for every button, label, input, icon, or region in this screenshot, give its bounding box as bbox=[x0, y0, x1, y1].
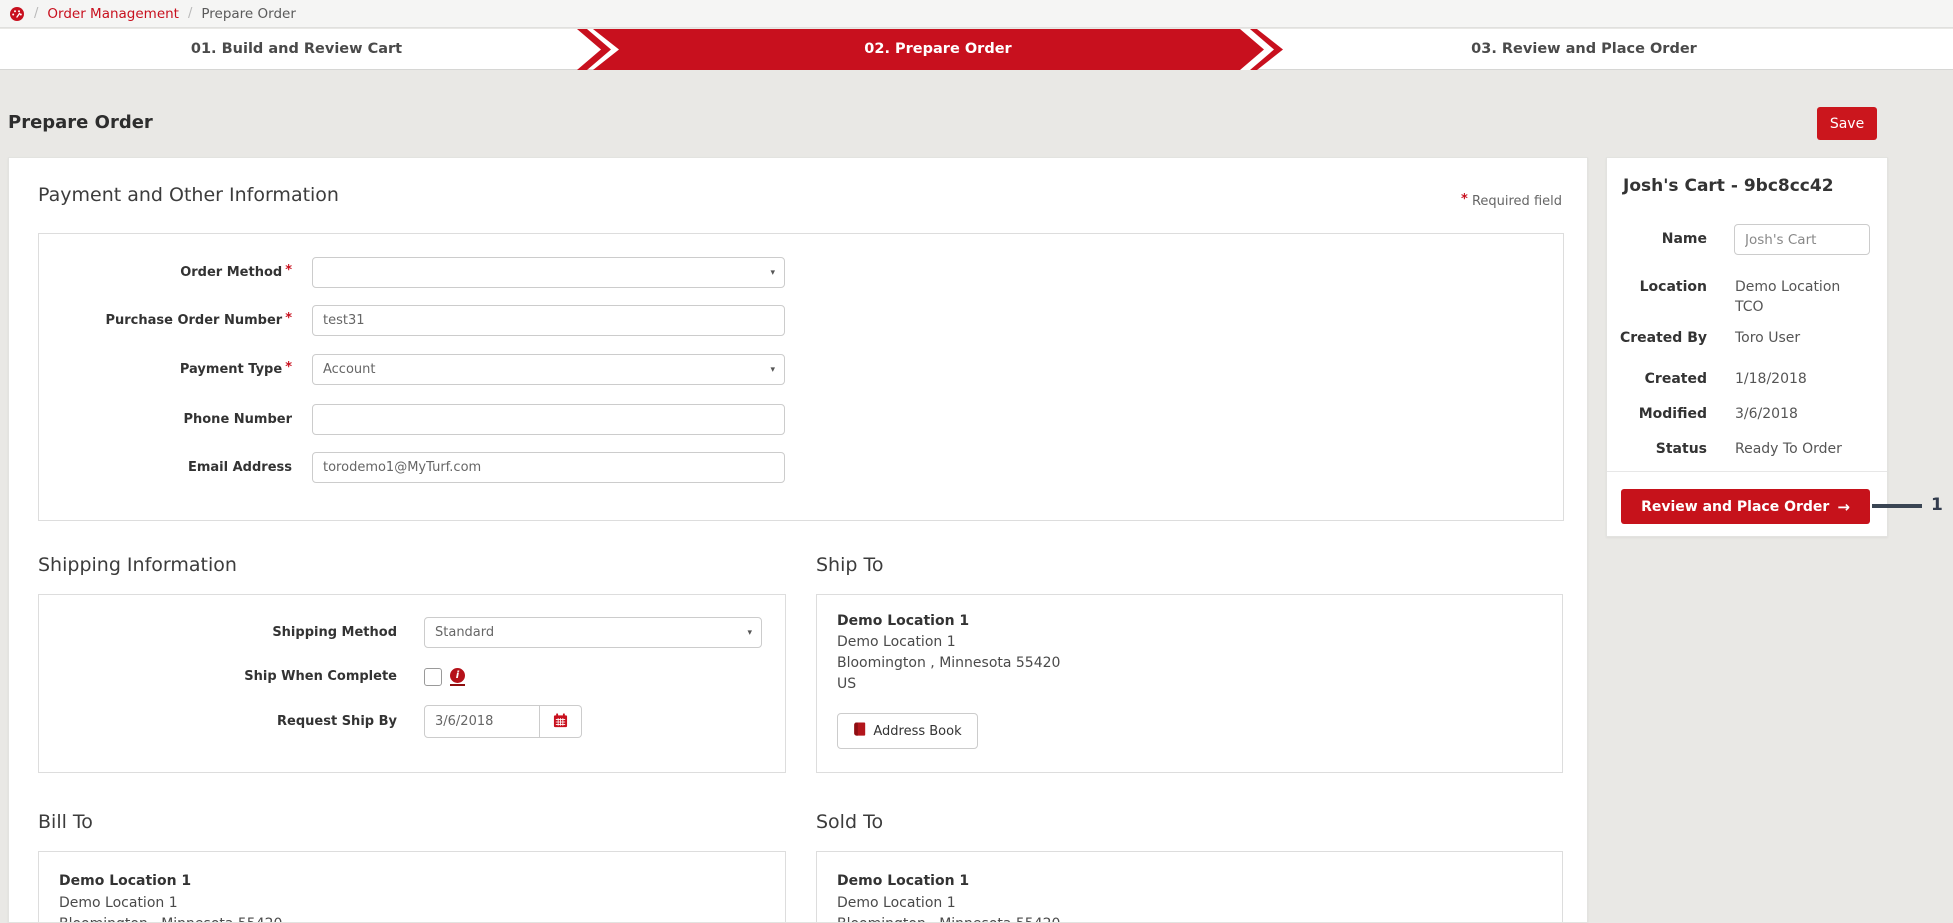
ship-to-name: Demo Location 1 bbox=[837, 613, 969, 629]
purchase-order-number-label: Purchase Order Number* bbox=[39, 313, 292, 328]
info-tooltip-link[interactable]: i bbox=[450, 667, 465, 686]
ship-to-city: Bloomington , Minnesota 55420 bbox=[837, 655, 1060, 671]
email-address-label: Email Address bbox=[39, 460, 292, 475]
sold-to-section-title: Sold To bbox=[816, 811, 883, 833]
ship-to-street: Demo Location 1 bbox=[837, 634, 956, 650]
step-prepare-order[interactable]: 02. Prepare Order bbox=[593, 29, 1283, 70]
bill-to-name: Demo Location 1 bbox=[59, 873, 191, 889]
book-icon bbox=[853, 722, 866, 740]
bill-to-box: Demo Location 1 Demo Location 1 Blooming… bbox=[38, 851, 786, 923]
page-title: Prepare Order bbox=[8, 112, 153, 133]
annotation-connector-line bbox=[1872, 504, 1922, 508]
purchase-order-number-input[interactable] bbox=[312, 305, 785, 336]
cart-location-value: Demo Location bbox=[1735, 279, 1840, 295]
address-book-button[interactable]: Address Book bbox=[837, 713, 978, 749]
bill-to-city: Bloomington , Minnesota 55420 bbox=[59, 916, 282, 923]
cart-created-by-label: Created By bbox=[1607, 330, 1707, 346]
info-circle-icon: i bbox=[450, 668, 465, 683]
cart-location-value-line2: TCO bbox=[1735, 299, 1764, 315]
cart-location-label: Location bbox=[1607, 279, 1707, 295]
breadcrumb-order-management[interactable]: Order Management bbox=[47, 6, 179, 22]
step-review-and-place-order[interactable]: 03. Review and Place Order bbox=[1283, 29, 1885, 70]
request-ship-by-label: Request Ship By bbox=[39, 714, 397, 729]
cart-title: Josh's Cart - 9bc8cc42 bbox=[1623, 176, 1834, 196]
shipping-box: Shipping Method Standard ▾ Ship When Com… bbox=[38, 594, 786, 773]
order-progress-steps: 01. Build and Review Cart 02. Prepare Or… bbox=[0, 29, 1953, 70]
calendar-icon bbox=[553, 713, 568, 731]
sold-to-street: Demo Location 1 bbox=[837, 895, 956, 911]
phone-number-label: Phone Number bbox=[39, 412, 292, 427]
payment-type-select[interactable]: Account ▾ bbox=[312, 354, 785, 385]
breadcrumb: / Order Management / Prepare Order bbox=[0, 0, 1953, 28]
cart-name-input[interactable] bbox=[1734, 224, 1870, 255]
ship-when-complete-checkbox[interactable] bbox=[424, 668, 442, 686]
required-field-note: * Required field bbox=[1458, 194, 1562, 209]
ship-when-complete-label: Ship When Complete bbox=[39, 669, 397, 684]
sold-to-city: Bloomington , Minnesota 55420 bbox=[837, 916, 1060, 923]
calendar-picker-button[interactable] bbox=[540, 705, 582, 738]
cart-created-value: 1/18/2018 bbox=[1735, 371, 1807, 387]
annotation-number: 1 bbox=[1931, 495, 1943, 515]
chevron-down-icon: ▾ bbox=[747, 628, 752, 638]
sold-to-box: Demo Location 1 Demo Location 1 Blooming… bbox=[816, 851, 1563, 923]
cart-status-label: Status bbox=[1607, 441, 1707, 457]
prepare-order-form-card: Payment and Other Information * Required… bbox=[8, 157, 1588, 923]
cart-name-label: Name bbox=[1607, 231, 1707, 247]
step-build-and-review-cart[interactable]: 01. Build and Review Cart bbox=[0, 29, 593, 70]
cart-modified-label: Modified bbox=[1607, 406, 1707, 422]
cart-status-value: Ready To Order bbox=[1735, 441, 1842, 457]
cart-created-by-value: Toro User bbox=[1735, 330, 1800, 346]
cart-created-label: Created bbox=[1607, 371, 1707, 387]
payment-box: Order Method* ▾ Purchase Order Number* P… bbox=[38, 233, 1564, 521]
shipping-section-title: Shipping Information bbox=[38, 554, 237, 576]
shipping-method-label: Shipping Method bbox=[39, 625, 397, 640]
divider bbox=[1607, 471, 1887, 472]
payment-section-title: Payment and Other Information bbox=[38, 184, 339, 206]
save-button[interactable]: Save bbox=[1817, 107, 1877, 140]
chevron-down-icon: ▾ bbox=[770, 365, 775, 375]
sold-to-name: Demo Location 1 bbox=[837, 873, 969, 889]
request-ship-by-input[interactable] bbox=[424, 705, 540, 738]
breadcrumb-separator: / bbox=[34, 6, 38, 21]
email-address-input[interactable] bbox=[312, 452, 785, 483]
breadcrumb-separator: / bbox=[188, 6, 192, 21]
bill-to-section-title: Bill To bbox=[38, 811, 93, 833]
review-and-place-order-button[interactable]: Review and Place Order → bbox=[1621, 489, 1870, 524]
bill-to-street: Demo Location 1 bbox=[59, 895, 178, 911]
chevron-down-icon: ▾ bbox=[770, 268, 775, 278]
payment-type-label: Payment Type* bbox=[39, 362, 292, 377]
breadcrumb-current-page: Prepare Order bbox=[201, 6, 296, 22]
ship-to-country: US bbox=[837, 676, 856, 692]
arrow-right-icon: → bbox=[1837, 498, 1850, 516]
order-method-label: Order Method* bbox=[39, 265, 292, 280]
order-method-select[interactable]: ▾ bbox=[312, 257, 785, 288]
dashboard-home-icon[interactable] bbox=[9, 6, 25, 22]
shipping-method-select[interactable]: Standard ▾ bbox=[424, 617, 762, 648]
cart-summary-panel: Josh's Cart - 9bc8cc42 Name Location Dem… bbox=[1606, 157, 1888, 537]
ship-to-section-title: Ship To bbox=[816, 554, 883, 576]
phone-number-input[interactable] bbox=[312, 404, 785, 435]
ship-to-box: Demo Location 1 Demo Location 1 Blooming… bbox=[816, 594, 1563, 773]
required-asterisk: * bbox=[1461, 192, 1468, 207]
cart-modified-value: 3/6/2018 bbox=[1735, 406, 1798, 422]
